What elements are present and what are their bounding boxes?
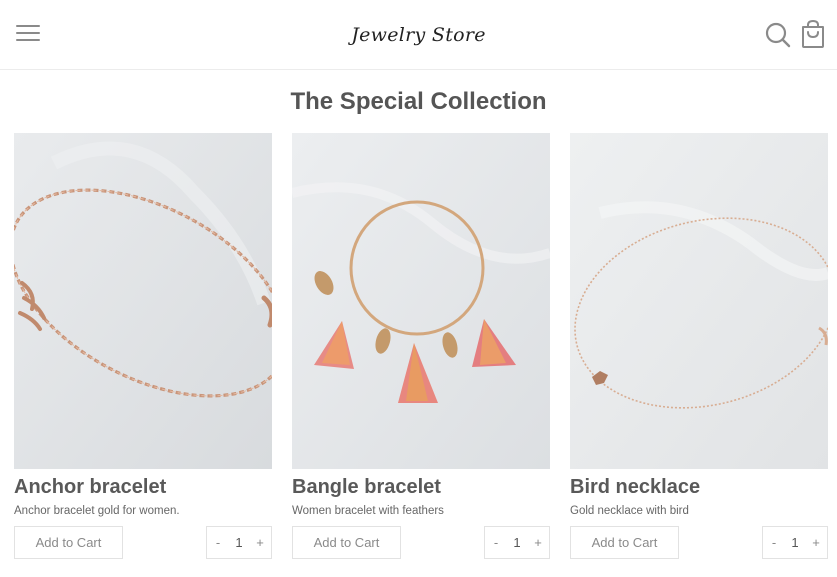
product-actions: Add to Cart - 1 + xyxy=(570,526,828,559)
add-to-cart-button[interactable]: Add to Cart xyxy=(570,526,679,559)
quantity-stepper: - 1 + xyxy=(762,526,828,559)
increase-quantity-button[interactable]: + xyxy=(807,527,825,558)
product-card: Bangle bracelet Women bracelet with feat… xyxy=(292,133,550,559)
add-to-cart-button[interactable]: Add to Cart xyxy=(14,526,123,559)
product-description: Anchor bracelet gold for women. xyxy=(14,505,180,517)
top-bar: Jewelry Store xyxy=(0,0,837,70)
quantity-stepper: - 1 + xyxy=(206,526,272,559)
increase-quantity-button[interactable]: + xyxy=(251,527,269,558)
search-icon[interactable] xyxy=(764,19,792,49)
quantity-value[interactable]: 1 xyxy=(227,527,251,558)
store-logo[interactable]: Jewelry Store xyxy=(0,24,837,46)
add-to-cart-button[interactable]: Add to Cart xyxy=(292,526,401,559)
product-actions: Add to Cart - 1 + xyxy=(292,526,550,559)
decrease-quantity-button[interactable]: - xyxy=(487,527,505,558)
decrease-quantity-button[interactable]: - xyxy=(765,527,783,558)
product-image-anchor-bracelet[interactable] xyxy=(14,133,272,469)
shopping-bag-icon[interactable] xyxy=(799,19,827,49)
product-image-bird-necklace[interactable] xyxy=(570,133,828,469)
quantity-stepper: - 1 + xyxy=(484,526,550,559)
product-name[interactable]: Bird necklace xyxy=(570,475,828,499)
decrease-quantity-button[interactable]: - xyxy=(209,527,227,558)
product-description: Women bracelet with feathers xyxy=(292,505,444,517)
quantity-value[interactable]: 1 xyxy=(505,527,529,558)
product-card: Bird necklace Gold necklace with bird Ad… xyxy=(570,133,828,559)
increase-quantity-button[interactable]: + xyxy=(529,527,547,558)
product-image-bangle-bracelet[interactable] xyxy=(292,133,550,469)
product-actions: Add to Cart - 1 + xyxy=(14,526,272,559)
collection-title: The Special Collection xyxy=(290,88,547,115)
product-description: Gold necklace with bird xyxy=(570,505,689,517)
product-name[interactable]: Anchor bracelet xyxy=(14,475,272,499)
product-card: Anchor bracelet Anchor bracelet gold for… xyxy=(14,133,272,559)
product-name[interactable]: Bangle bracelet xyxy=(292,475,550,499)
quantity-value[interactable]: 1 xyxy=(783,527,807,558)
